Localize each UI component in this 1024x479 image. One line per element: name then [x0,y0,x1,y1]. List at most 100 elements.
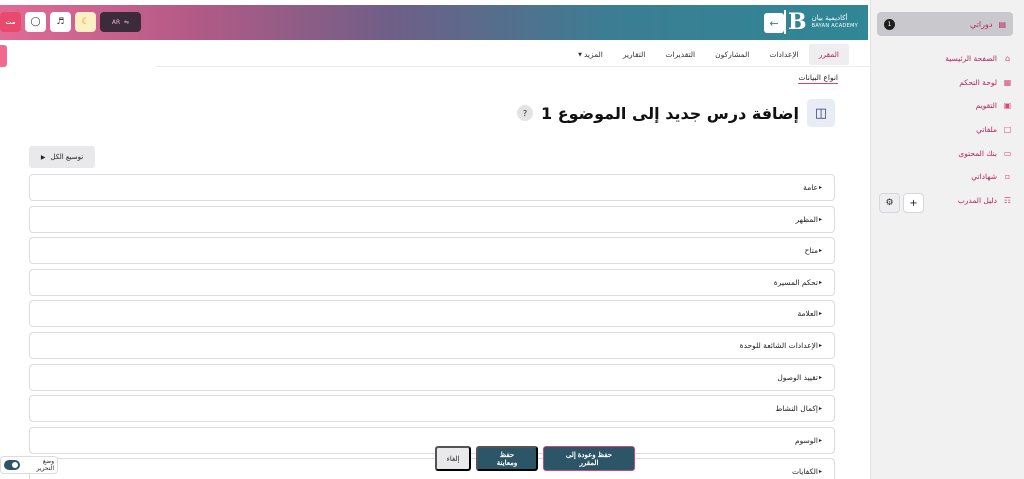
moon-icon: ☾ [81,17,90,27]
save-and-display-button[interactable]: حفظ ومعاينة [476,446,538,471]
section-label: متاح [804,246,818,256]
section-restrict-access[interactable]: ▸ تقييد الوصول [29,363,835,391]
chevron-icon: ▸ [818,468,822,476]
breadcrumb[interactable]: انواع البيانات [798,73,838,84]
section-label: الوسوم [794,435,818,445]
messages-button[interactable]: ◯ [25,12,46,32]
sidebar-item-label: الصفحة الرئيسية [945,54,997,64]
arrow-left-icon: ← [769,16,779,30]
tab-grades[interactable]: التقديرات [655,44,705,65]
section-label: إكمال النشاط [775,404,818,414]
sidebar-item-label: شهاداتي [971,172,997,182]
courses-count-badge: 1 [884,18,895,30]
brand-name-ar: أكاديمية بيان [811,14,848,22]
folder-icon: ▭ [1003,148,1012,158]
form-actions: إلغاء حفظ ومعاينة حفظ وعودة إلى المقرر [435,446,635,471]
sidebar-item-label: ملفاتي [976,125,997,135]
top-actions: مت ◯ ♬ ☾ AR ⇋ [0,12,141,32]
logo-mark: B [783,10,807,34]
brand-logo[interactable]: أكاديمية بيان BAYAN ACADEMY B [783,10,858,34]
lesson-icon: ◫ [807,99,835,127]
edit-mode-label: وضع التحرير [36,458,54,472]
sidebar-item-label: بنك المحتوى [958,148,997,158]
sidebar-item-label: دوراتي [970,19,993,29]
tab-more[interactable]: المزيد ▼ [568,44,613,65]
language-code: AR [111,18,121,26]
section-activity-completion[interactable]: ▸ إكمال النشاط [29,395,835,423]
tab-course[interactable]: المقرر [808,44,849,65]
notifications-button[interactable]: ♬ [50,12,71,32]
caret-down-icon: ▼ [578,51,582,58]
chat-icon: ◯ [30,17,41,27]
sidebar-nav: ⌂ الصفحة الرئيسية ▦ لوحة التحكم ▣ التقوي… [878,47,1018,212]
guide-icon: ☶ [1003,195,1012,205]
sidebar-item-content-bank[interactable]: ▭ بنك المحتوى [878,141,1018,165]
chevron-icon: ▸ [818,405,822,413]
expand-all-label: توسيع الكل [50,153,84,161]
courses-icon: ▤ [998,19,1006,29]
chevron-right-icon: ▶ [40,153,46,161]
section-flow-control[interactable]: ▸ تحكم المسيرة [29,268,835,296]
right-sidebar: ▤ دوراتي 1 ⌂ الصفحة الرئيسية ▦ لوحة التح… [870,0,1024,479]
tab-participants[interactable]: المشاركون [705,44,759,65]
translate-icon: ⇋ [124,18,130,26]
section-general[interactable]: ▸ عامة [29,174,835,201]
chevron-icon: ▸ [818,310,822,318]
sidebar-item-my-courses[interactable]: ▤ دوراتي 1 [877,12,1013,36]
divider [791,18,792,28]
save-and-return-button[interactable]: حفظ وعودة إلى المقرر [543,446,635,471]
page-title: إضافة درس جديد إلى الموضوع 1 [541,103,799,123]
section-competencies[interactable]: ▸ الكفايات [29,458,835,479]
course-tabs: المقرر الإعدادات المشاركون التقديرات الت… [156,43,870,67]
section-label: المظهر [795,214,818,224]
toggle-switch[interactable] [4,460,21,470]
user-avatar[interactable]: مت [0,12,21,32]
bell-icon: ♬ [56,17,65,27]
sidebar-item-label: لوحة التحكم [959,77,997,87]
chevron-icon: ▸ [818,436,822,444]
language-switcher[interactable]: AR ⇋ [100,12,141,32]
drawer-handle[interactable] [0,45,7,67]
help-icon[interactable]: ? [517,105,533,121]
dashboard-icon: ▦ [1003,77,1012,87]
form-sections: ▸ عامة ▸ المظهر ▸ متاح ▸ تحكم المسيرة ▸ … [29,174,835,479]
chevron-icon: ▸ [818,247,822,255]
section-availability[interactable]: ▸ متاح [29,237,835,265]
certificate-icon: ▫ [1004,172,1011,182]
tab-reports[interactable]: التقارير [613,44,656,65]
chevron-icon: ▸ [818,341,822,349]
home-icon: ⌂ [1004,54,1011,64]
files-icon: □ [1003,125,1012,135]
chevron-icon: ▸ [818,373,822,381]
page-header: ◫ إضافة درس جديد إلى الموضوع 1 ? [517,99,835,127]
theme-toggle-button[interactable]: ☾ [75,12,96,32]
section-appearance[interactable]: ▸ المظهر [29,205,835,233]
chevron-icon: ▸ [818,184,822,191]
gear-icon[interactable]: ⚙ [879,193,900,213]
section-label: الكفايات [791,467,818,477]
sidebar-item-calendar[interactable]: ▣ التقويم [878,94,1018,118]
chevron-icon: ▸ [818,278,822,286]
section-tags[interactable]: ▸ الوسوم [29,426,835,454]
sidebar-item-home[interactable]: ⌂ الصفحة الرئيسية [878,47,1018,71]
top-navbar: أكاديمية بيان BAYAN ACADEMY B ← مت ◯ ♬ ☾… [0,5,868,40]
edit-mode-toggle[interactable]: وضع التحرير [0,456,58,474]
section-label: الإعدادات الشائعة للوحدة [739,340,818,350]
sidebar-item-files[interactable]: □ ملفاتي [878,118,1018,142]
section-common-module-settings[interactable]: ▸ الإعدادات الشائعة للوحدة [29,331,835,359]
sidebar-item-dashboard[interactable]: ▦ لوحة التحكم [878,71,1018,95]
section-grade[interactable]: ▸ العلامة [29,300,835,328]
tab-label: المزيد [583,50,603,59]
brand-name-en: BAYAN ACADEMY [811,23,858,29]
sidebar-item-label: التقويم [975,101,997,111]
plus-icon[interactable]: + [903,193,924,213]
back-button[interactable]: ← [764,13,784,33]
expand-all-button[interactable]: توسيع الكل ▶ [29,146,95,168]
block-tools: ⚙ + [879,193,924,213]
cancel-button[interactable]: إلغاء [435,446,471,471]
tab-settings[interactable]: الإعدادات [759,44,808,65]
section-label: تحكم المسيرة [773,277,818,287]
calendar-icon: ▣ [1003,101,1012,111]
sidebar-item-certificates[interactable]: ▫ شهاداتي [878,165,1018,189]
chevron-icon: ▸ [818,215,822,223]
